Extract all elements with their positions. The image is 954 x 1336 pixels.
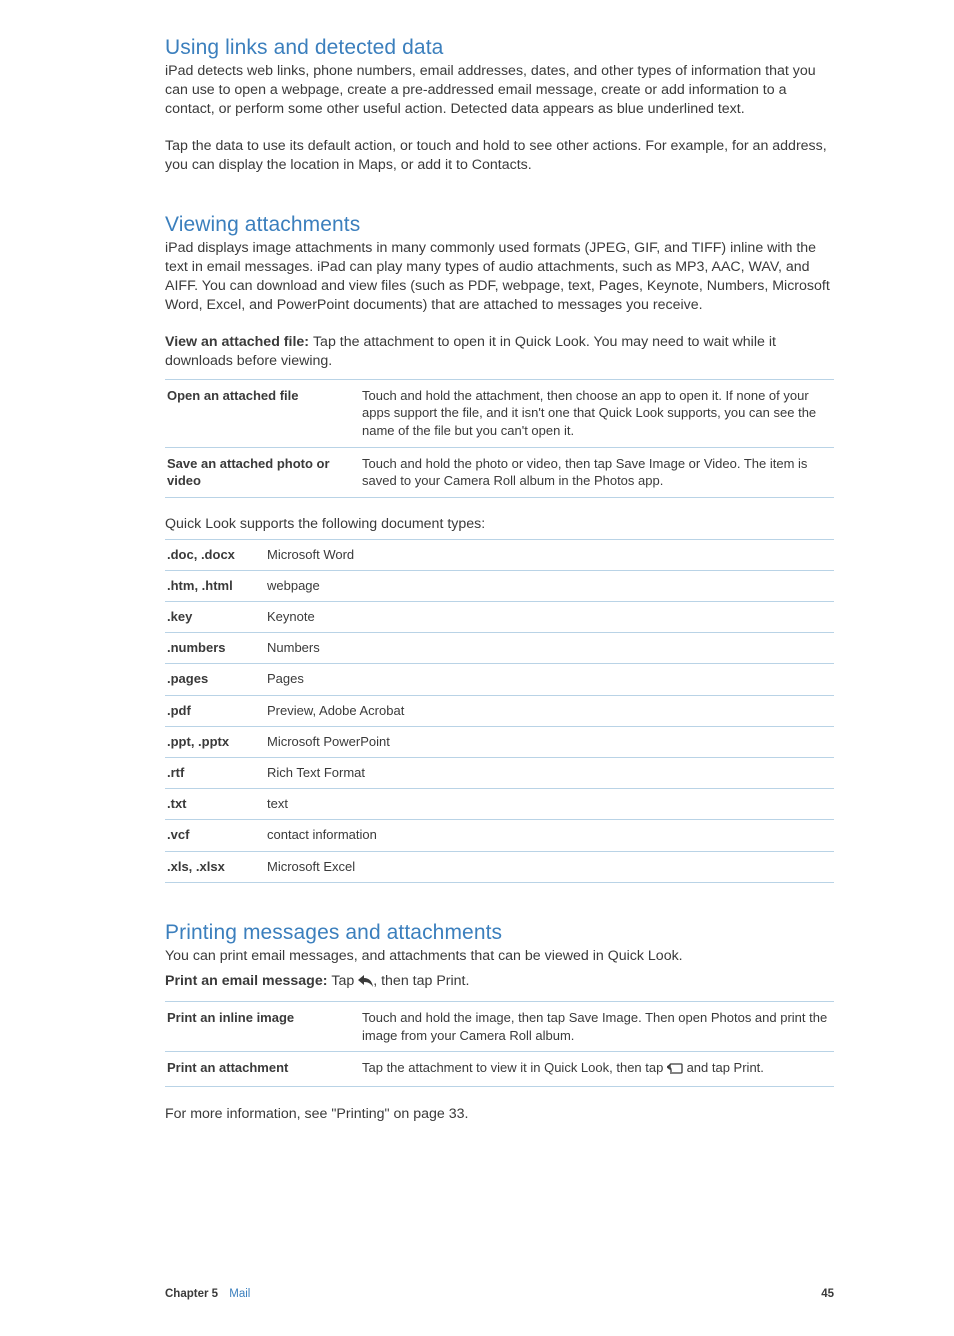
file-desc: Microsoft Word xyxy=(265,539,834,570)
printing-action-table: Print an inline image Touch and hold the… xyxy=(165,1001,834,1087)
inline-desc: , then tap Print. xyxy=(373,973,469,989)
table-row: .htm, .htmlwebpage xyxy=(165,570,834,601)
filetypes-table: .doc, .docxMicrosoft Word .htm, .htmlweb… xyxy=(165,539,834,883)
file-desc: Keynote xyxy=(265,602,834,633)
table-label: Save an attached photo or video xyxy=(165,447,360,497)
table-desc: Touch and hold the photo or video, then … xyxy=(360,447,834,497)
body-paragraph: For more information, see "Printing" on … xyxy=(165,1105,834,1124)
file-desc: text xyxy=(265,789,834,820)
inline-desc: and tap Print. xyxy=(683,1060,764,1075)
file-ext: .pages xyxy=(165,664,265,695)
file-ext: .pdf xyxy=(165,695,265,726)
inline-desc: Tap xyxy=(331,973,358,989)
footer-chapter-label: Chapter 5 xyxy=(165,1288,218,1300)
table-row: Print an inline image Touch and hold the… xyxy=(165,1002,834,1052)
table-label: Open an attached file xyxy=(165,379,360,447)
table-row: .pdfPreview, Adobe Acrobat xyxy=(165,695,834,726)
file-desc: Microsoft PowerPoint xyxy=(265,726,834,757)
body-paragraph: Quick Look supports the following docume… xyxy=(165,516,834,532)
table-row: Open an attached file Touch and hold the… xyxy=(165,379,834,447)
reply-arrow-icon xyxy=(358,974,373,993)
inline-desc: Tap the attachment to view it in Quick L… xyxy=(362,1060,667,1075)
body-paragraph: You can print email messages, and attach… xyxy=(165,947,834,966)
table-row: .doc, .docxMicrosoft Word xyxy=(165,539,834,570)
table-row: .pagesPages xyxy=(165,664,834,695)
table-label: Print an attachment xyxy=(165,1052,360,1087)
file-ext: .htm, .html xyxy=(165,570,265,601)
table-desc: Tap the attachment to view it in Quick L… xyxy=(360,1052,834,1087)
table-desc: Touch and hold the image, then tap Save … xyxy=(360,1002,834,1052)
inline-label: View an attached file: xyxy=(165,334,313,350)
footer-chapter-title: Mail xyxy=(229,1288,250,1300)
footer-page-number: 45 xyxy=(821,1288,834,1300)
table-row: Save an attached photo or video Touch an… xyxy=(165,447,834,497)
body-paragraph: Tap the data to use its default action, … xyxy=(165,137,834,175)
body-paragraph: View an attached file: Tap the attachmen… xyxy=(165,333,834,371)
inline-label: Print an email message: xyxy=(165,973,331,989)
file-desc: Preview, Adobe Acrobat xyxy=(265,695,834,726)
table-desc: Touch and hold the attachment, then choo… xyxy=(360,379,834,447)
file-ext: .xls, .xlsx xyxy=(165,851,265,882)
table-row: .vcfcontact information xyxy=(165,820,834,851)
file-desc: Pages xyxy=(265,664,834,695)
body-paragraph: iPad detects web links, phone numbers, e… xyxy=(165,62,834,120)
attachments-action-table: Open an attached file Touch and hold the… xyxy=(165,379,834,498)
file-ext: .doc, .docx xyxy=(165,539,265,570)
file-desc: Microsoft Excel xyxy=(265,851,834,882)
file-desc: contact information xyxy=(265,820,834,851)
table-row: .ppt, .pptxMicrosoft PowerPoint xyxy=(165,726,834,757)
section-heading-links: Using links and detected data xyxy=(165,36,834,60)
file-ext: .ppt, .pptx xyxy=(165,726,265,757)
share-action-icon xyxy=(667,1061,683,1079)
section-heading-attachments: Viewing attachments xyxy=(165,213,834,237)
file-ext: .rtf xyxy=(165,757,265,788)
file-desc: Numbers xyxy=(265,633,834,664)
body-paragraph: iPad displays image attachments in many … xyxy=(165,239,834,316)
file-desc: Rich Text Format xyxy=(265,757,834,788)
file-desc: webpage xyxy=(265,570,834,601)
file-ext: .numbers xyxy=(165,633,265,664)
table-row: .keyKeynote xyxy=(165,602,834,633)
body-paragraph: Print an email message: Tap , then tap P… xyxy=(165,972,834,993)
table-row: Print an attachment Tap the attachment t… xyxy=(165,1052,834,1087)
file-ext: .txt xyxy=(165,789,265,820)
file-ext: .key xyxy=(165,602,265,633)
table-row: .txttext xyxy=(165,789,834,820)
file-ext: .vcf xyxy=(165,820,265,851)
table-label: Print an inline image xyxy=(165,1002,360,1052)
page-footer: Chapter 5 Mail 45 xyxy=(165,1288,834,1300)
table-row: .numbersNumbers xyxy=(165,633,834,664)
table-row: .xls, .xlsxMicrosoft Excel xyxy=(165,851,834,882)
table-row: .rtfRich Text Format xyxy=(165,757,834,788)
section-heading-printing: Printing messages and attachments xyxy=(165,921,834,945)
